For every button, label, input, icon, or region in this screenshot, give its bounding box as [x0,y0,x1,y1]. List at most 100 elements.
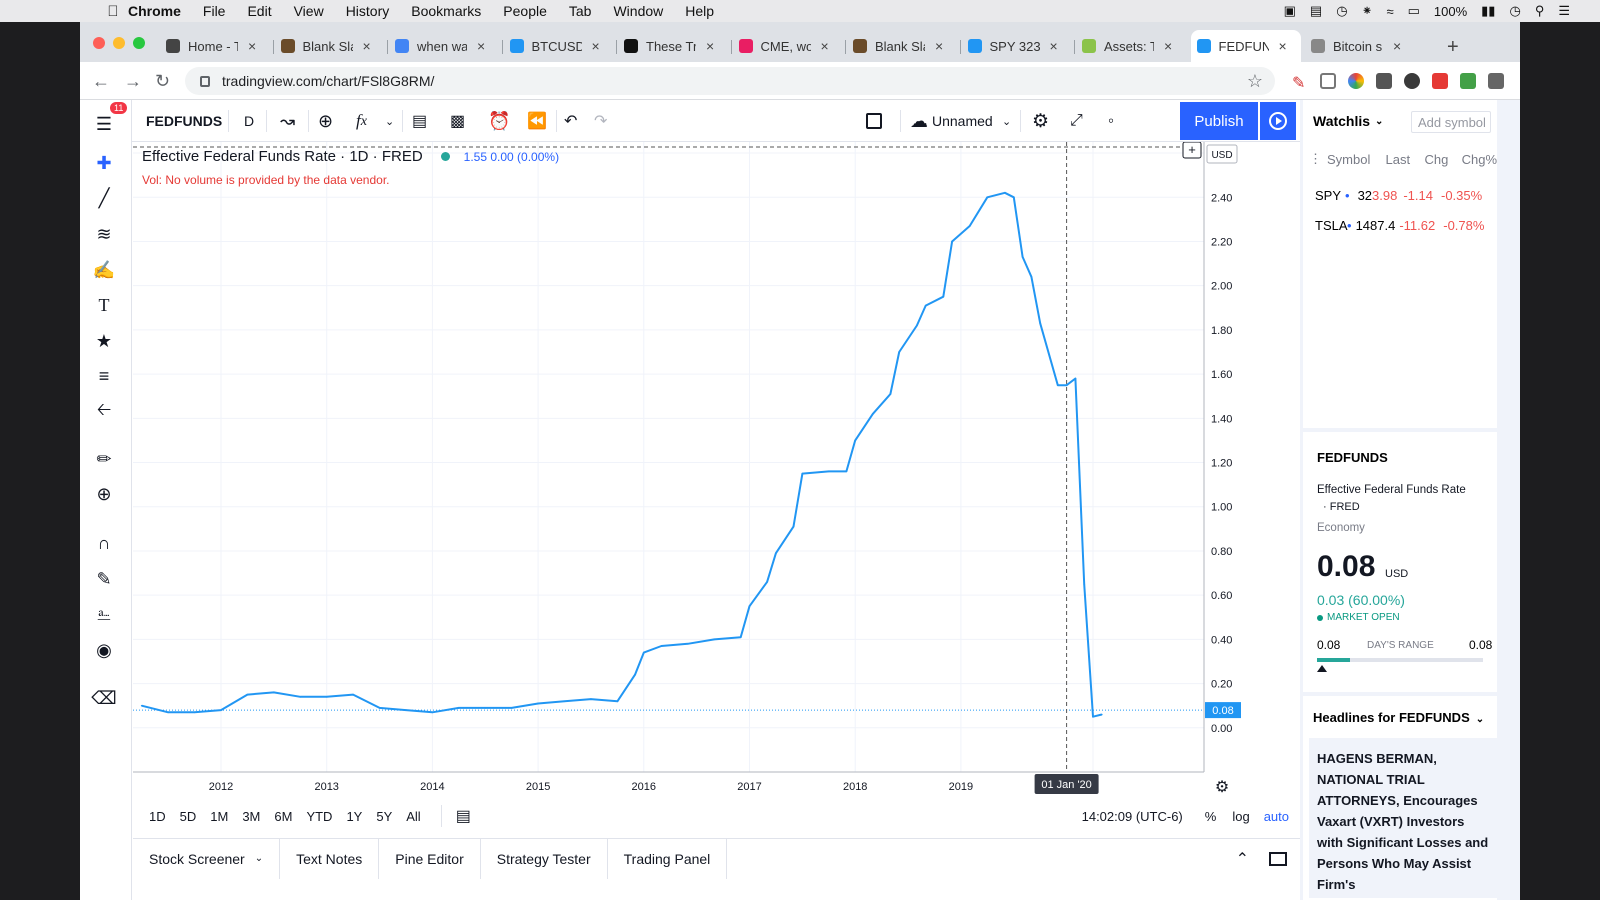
menu-bookmarks[interactable]: Bookmarks [411,3,481,19]
interval-button[interactable]: D [244,100,254,142]
brush-icon[interactable]: ✍ [91,257,117,283]
close-tab-icon[interactable]: × [706,38,714,54]
publish-button[interactable]: Publish [1180,102,1258,140]
close-tab-icon[interactable]: × [1393,38,1401,54]
headline-item[interactable]: HAGENS BERMAN, NATIONAL TRIAL ATTORNEYS,… [1317,748,1489,895]
spotlight-icon[interactable]: ⚲ [1535,3,1545,19]
indicators-dropdown-icon[interactable]: ⌄ [385,100,394,142]
indicators-icon[interactable]: fx [356,100,367,142]
browser-tab[interactable]: BTCUSD × [504,30,615,62]
column-chgp[interactable]: Chg% [1462,152,1497,167]
lock-icon[interactable]: ⎁ [91,601,117,627]
notification-center-icon[interactable]: ☰ [1558,3,1570,19]
range-3m[interactable]: 3M [242,809,260,824]
browser-tab[interactable]: Home - T × [160,30,271,62]
fullscreen-square-icon[interactable] [866,100,882,142]
layout-name-button[interactable]: Unnamed [932,100,993,142]
details-symbol[interactable]: FEDFUNDS [1317,450,1388,465]
fib-icon[interactable]: ≋ [91,221,117,247]
compare-icon[interactable]: ⊕ [318,100,333,142]
browser-tab[interactable]: SPY 323 × [962,30,1073,62]
close-tab-icon[interactable]: × [248,38,256,54]
menu-help[interactable]: Help [685,3,714,19]
airplay-icon[interactable]: ▭ [1408,3,1420,19]
range-all[interactable]: All [406,809,420,824]
browser-tab[interactable]: Blank Sla × [275,30,386,62]
menu-edit[interactable]: Edit [247,3,271,19]
browser-tab[interactable]: FEDFUN × [1190,30,1301,62]
minimize-window-button[interactable] [113,37,125,49]
clock-icon[interactable]: ◷ [1509,3,1520,19]
snapshot-camera-icon[interactable]: ◦ [1108,100,1114,142]
bluetooth-icon[interactable]: ⁕ [1362,3,1373,19]
range-5d[interactable]: 5D [180,809,197,824]
tag-extension-icon[interactable] [1320,73,1336,89]
close-window-button[interactable] [93,37,105,49]
column-symbol[interactable]: Symbol [1327,152,1386,167]
eyedropper-extension-icon[interactable] [1376,73,1392,89]
puzzle-extension-icon[interactable] [1488,73,1504,89]
range-1y[interactable]: 1Y [346,809,362,824]
zoom-in-icon[interactable]: ⊕ [91,481,117,507]
magnet-icon[interactable]: ∩ [91,530,117,556]
color-extension-icon[interactable] [1348,73,1364,89]
tab-text-notes[interactable]: Text Notes [280,838,380,879]
tab-stock-screener[interactable]: Stock Screener ⌄ [133,838,281,879]
range-1d[interactable]: 1D [149,809,166,824]
menu-view[interactable]: View [294,3,324,19]
menu-tab[interactable]: Tab [569,3,592,19]
replay-icon[interactable]: ⏪ [527,100,547,142]
price-chart[interactable]: 2.40 2.20 2.00 1.80 1.60 1.40 1.20 1.00 0.80 0.60… [133,142,1301,798]
red-extension-icon[interactable] [1432,73,1448,89]
new-tab-button[interactable]: + [1447,36,1459,59]
prediction-icon[interactable]: ≡ [91,363,117,389]
alert-icon[interactable]: ⏰ [488,100,510,142]
apple-icon[interactable]:  [98,3,128,20]
forward-button[interactable]: → [124,71,142,92]
chevron-up-icon[interactable]: ⌃ [1236,849,1249,869]
financials-icon[interactable]: ▤ [412,100,427,142]
settings-gear-icon[interactable]: ⚙ [1032,100,1049,142]
text-icon[interactable]: T [91,292,117,318]
browser-tab[interactable]: These Tr × [618,30,729,62]
range-5y[interactable]: 5Y [376,809,392,824]
cloud-icon[interactable]: ☁ [910,100,928,142]
close-tab-icon[interactable]: × [935,38,943,54]
browser-tab[interactable]: Bitcoin s × [1305,30,1416,62]
layout-dropdown-icon[interactable]: ⌄ [1002,100,1011,142]
percent-toggle[interactable]: % [1205,809,1217,824]
goto-date-icon[interactable]: ▤ [456,806,471,826]
clock-label[interactable]: 14:02:09 (UTC-6) [1082,809,1183,824]
trendline-icon[interactable]: ╱ [91,185,117,211]
menu-window[interactable]: Window [613,3,663,19]
undo-icon[interactable]: ↶ [564,100,577,142]
url-field[interactable]: tradingview.com/chart/FSl8G8RM/ ☆ [185,67,1275,95]
back-button[interactable]: ← [92,71,110,92]
range-1m[interactable]: 1M [210,809,228,824]
watchlist-row-spy[interactable]: SPY • 32 3.98 -1.14 -0.35% [1315,188,1482,203]
wifi-icon[interactable]: ≈ [1386,4,1393,19]
time-machine-icon[interactable]: ◷ [1336,3,1347,19]
menu-file[interactable]: File [203,3,226,19]
tab-strategy-tester[interactable]: Strategy Tester [481,838,608,879]
close-tab-icon[interactable]: × [363,38,371,54]
bookmark-star-icon[interactable]: ☆ [1247,71,1263,92]
columns-menu-icon[interactable]: ⋮ [1309,151,1322,167]
close-tab-icon[interactable]: × [592,38,600,54]
crosshair-icon[interactable]: ✚ [91,150,117,176]
pattern-icon[interactable]: ★ [91,328,117,354]
publish-play-button[interactable] [1260,102,1296,140]
details-sector[interactable]: Economy [1317,522,1365,534]
k-extension-icon[interactable] [1404,73,1420,89]
display-icon[interactable]: ▤ [1310,3,1322,19]
templates-icon[interactable]: ▩ [450,100,465,142]
zoom-window-button[interactable] [133,37,145,49]
range-6m[interactable]: 6M [274,809,292,824]
close-tab-icon[interactable]: × [1279,38,1287,54]
headlines-title[interactable]: Headlines for FEDFUNDS ⌄ [1313,710,1484,725]
trash-icon[interactable]: ⌫ [91,685,117,711]
pen-extension-icon[interactable]: ✎ [1292,73,1308,92]
close-tab-icon[interactable]: × [1164,38,1172,54]
auto-toggle[interactable]: auto [1264,809,1289,824]
close-tab-icon[interactable]: × [821,38,829,54]
